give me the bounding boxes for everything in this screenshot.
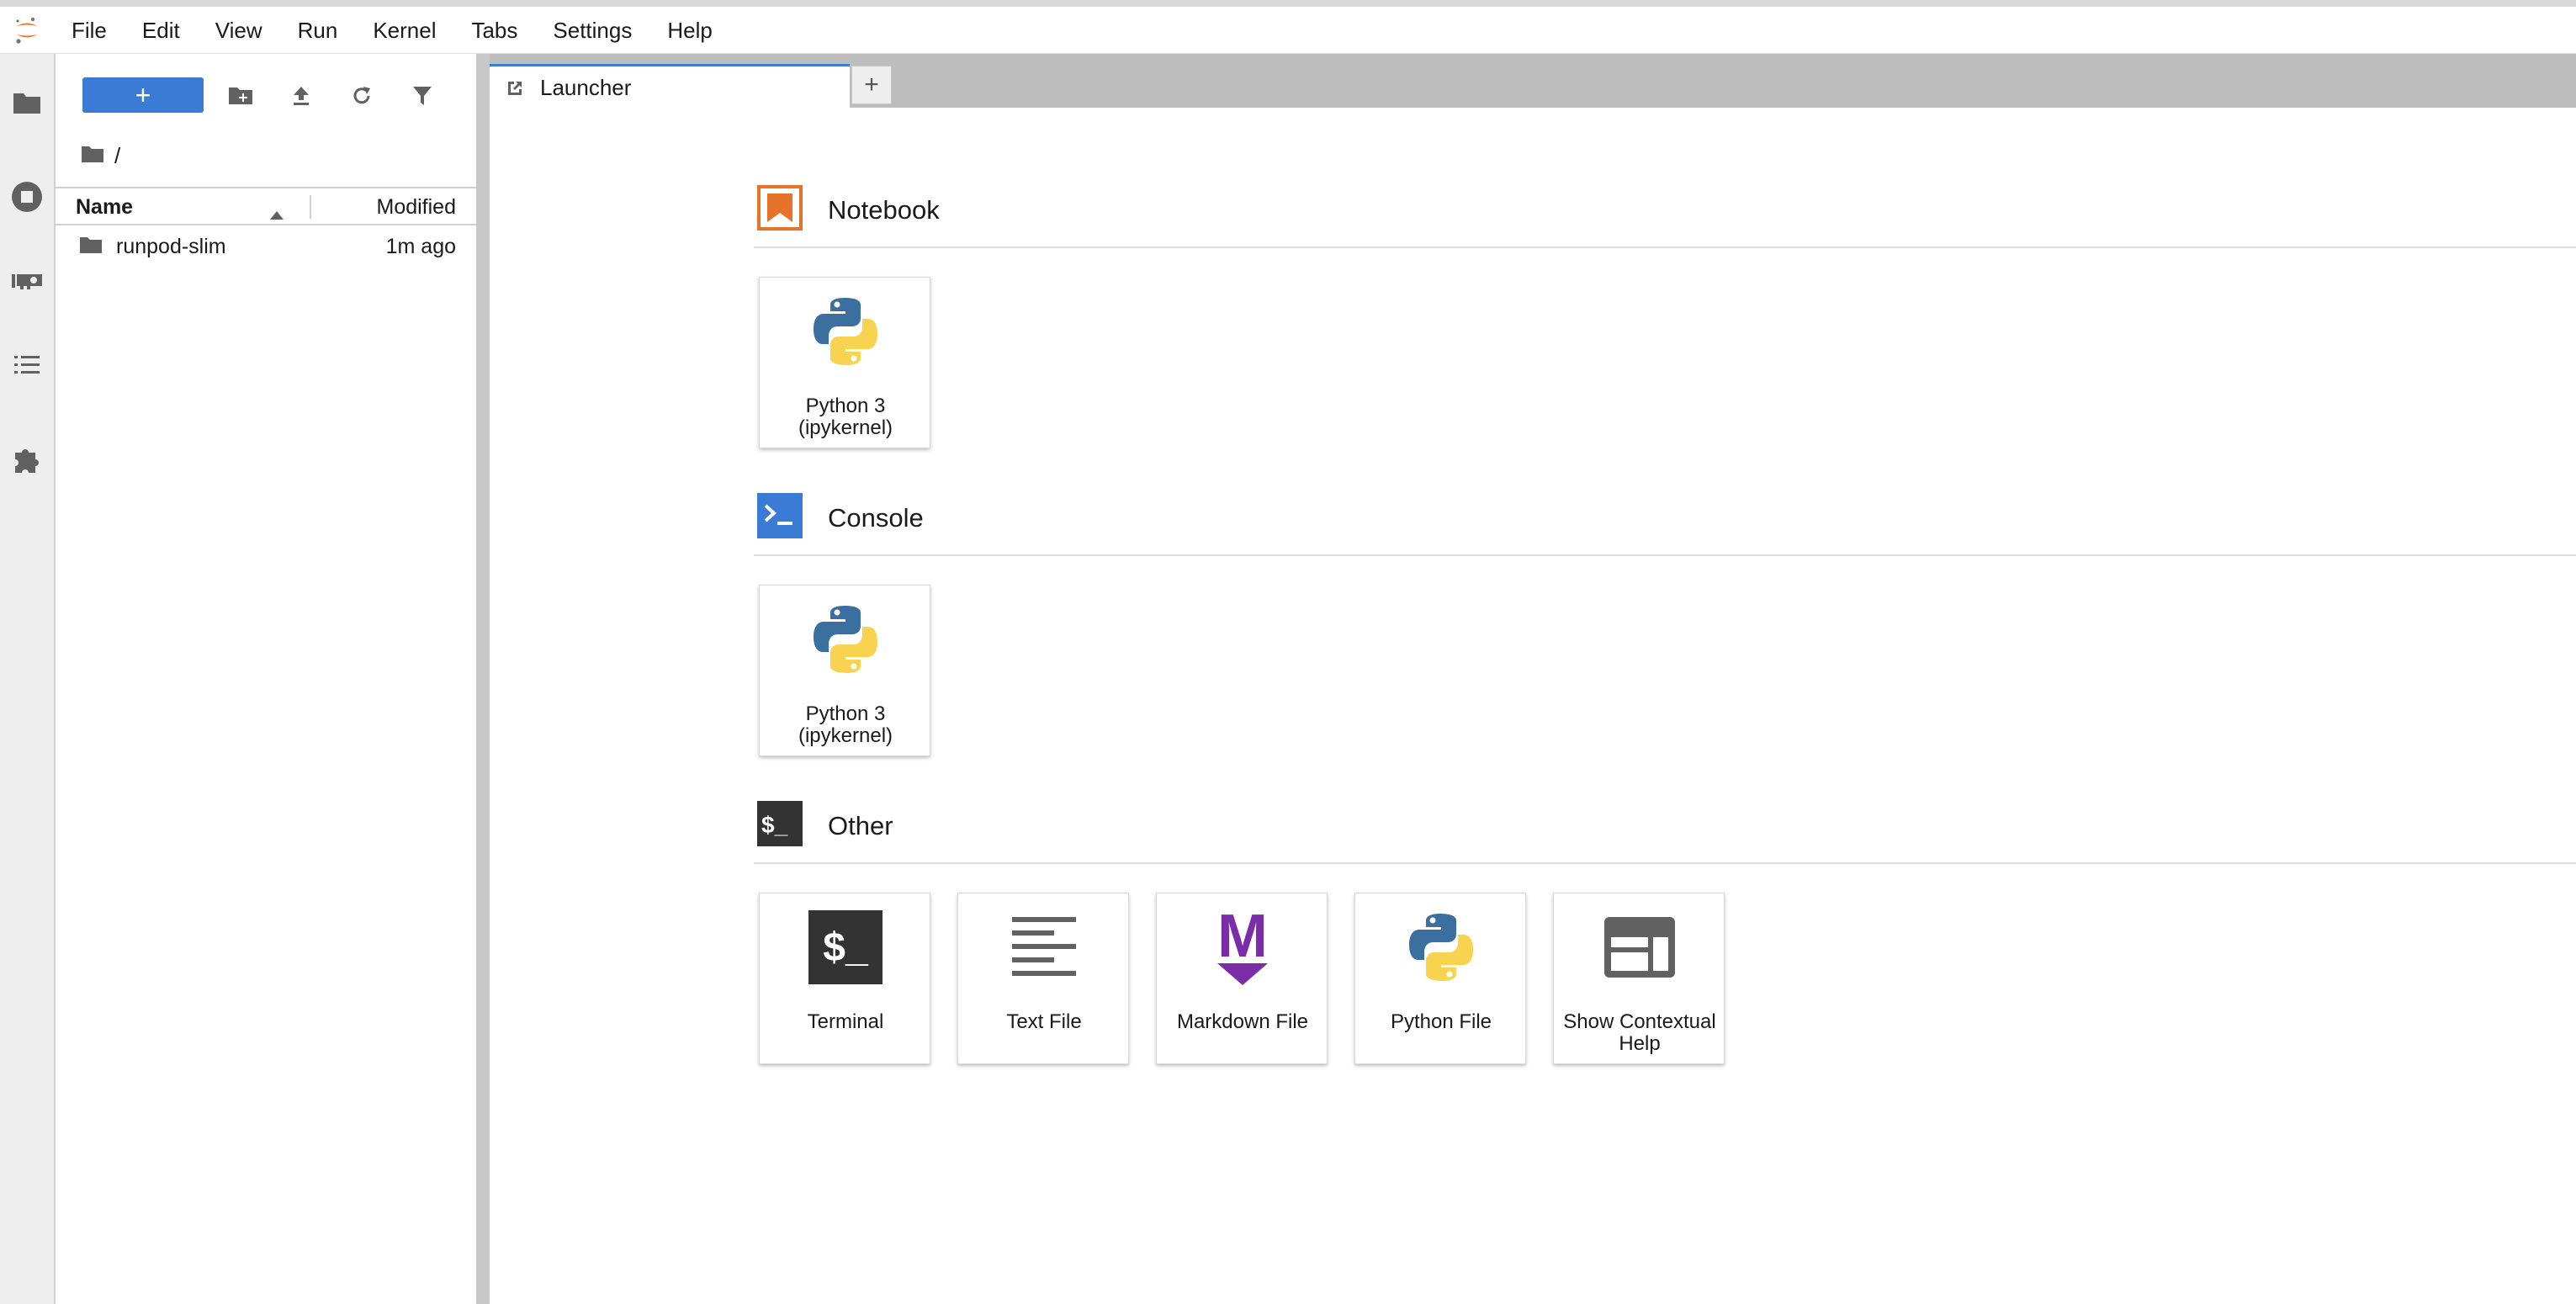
new-folder-icon[interactable] xyxy=(225,81,256,111)
menu-run[interactable]: Run xyxy=(280,7,356,54)
section-divider xyxy=(754,246,2576,248)
python-logo-icon xyxy=(1355,907,1527,988)
file-list-header: Name Modified xyxy=(56,187,476,225)
card-label: Terminal xyxy=(807,1010,884,1033)
markdown-icon: M xyxy=(1157,903,1328,988)
folder-icon[interactable] xyxy=(0,76,54,130)
table-of-contents-icon[interactable] xyxy=(0,338,54,392)
tab-bar: Launcher + xyxy=(490,54,2576,109)
section-title: Console xyxy=(828,502,924,533)
filter-icon[interactable] xyxy=(407,81,437,111)
breadcrumb-folder-icon[interactable] xyxy=(81,143,104,169)
sort-ascending-icon xyxy=(269,202,284,226)
file-browser-panel: + / Name Modified runpod-slim 1m ago xyxy=(56,54,476,1304)
breadcrumb: / xyxy=(81,135,120,177)
menu-help[interactable]: Help xyxy=(649,7,729,54)
main-area: Launcher + Notebook Python 3 (ipykernel)… xyxy=(490,54,2576,1304)
column-modified-header[interactable]: Modified xyxy=(377,188,457,225)
terminal-icon-text: $_ xyxy=(823,925,868,970)
card-label: Markdown File xyxy=(1176,1010,1309,1033)
tab-launcher[interactable]: Launcher xyxy=(490,64,850,109)
section-divider xyxy=(754,554,2576,556)
launch-icon xyxy=(503,77,527,100)
python-file-card[interactable]: Python File xyxy=(1354,893,1526,1064)
menu-kernel[interactable]: Kernel xyxy=(355,7,453,54)
menu-view[interactable]: View xyxy=(198,7,280,54)
file-name: runpod-slim xyxy=(116,235,226,258)
menu-edit[interactable]: Edit xyxy=(125,7,198,54)
section-other-header: $_ Other xyxy=(757,801,893,851)
tab-label: Launcher xyxy=(540,75,632,100)
contextual-help-icon xyxy=(1554,907,1725,988)
markdown-file-card[interactable]: M Markdown File xyxy=(1156,893,1328,1064)
section-notebook-header: Notebook xyxy=(757,185,940,235)
menu-tabs[interactable]: Tabs xyxy=(453,7,535,54)
column-name-header[interactable]: Name xyxy=(76,188,133,225)
section-console-header: Console xyxy=(757,493,924,543)
console-python3-card[interactable]: Python 3 (ipykernel) xyxy=(759,585,930,756)
column-divider[interactable] xyxy=(310,195,311,219)
extension-icon[interactable] xyxy=(0,432,54,486)
section-title: Notebook xyxy=(828,194,940,225)
add-tab-button[interactable]: + xyxy=(851,66,892,104)
section-title: Other xyxy=(828,810,893,840)
markdown-icon-text: M xyxy=(1217,903,1268,970)
menu-file[interactable]: File xyxy=(54,7,125,54)
file-list-item[interactable]: runpod-slim 1m ago xyxy=(56,227,476,266)
gpu-icon[interactable] xyxy=(0,254,54,308)
notebook-python3-card[interactable]: Python 3 (ipykernel) xyxy=(759,277,930,448)
menu-bar: File Edit View Run Kernel Tabs Settings … xyxy=(0,7,2576,54)
text-file-card[interactable]: Text File xyxy=(957,893,1129,1064)
menu-settings[interactable]: Settings xyxy=(535,7,649,54)
python-logo-icon xyxy=(760,599,931,680)
section-divider xyxy=(754,862,2576,864)
svg-text:$_: $_ xyxy=(761,812,788,838)
file-browser-toolbar: + xyxy=(56,54,476,135)
console-icon xyxy=(757,493,803,543)
terminal-icon: $_ xyxy=(760,907,931,988)
card-label: Python 3 (ipykernel) xyxy=(798,395,893,439)
jupyterlab-window: File Edit View Run Kernel Tabs Settings … xyxy=(0,0,2576,1304)
plus-label: + xyxy=(135,80,151,110)
card-label: Show Contextual Help xyxy=(1563,1010,1716,1055)
card-label: Python 3 (ipykernel) xyxy=(798,702,893,747)
card-label: Python File xyxy=(1390,1010,1492,1033)
card-label: Text File xyxy=(1006,1010,1082,1033)
notebook-icon xyxy=(757,185,803,235)
running-sessions-icon[interactable] xyxy=(0,170,54,224)
panel-splitter[interactable] xyxy=(476,54,490,1304)
python-logo-icon xyxy=(760,291,931,372)
activity-bar xyxy=(0,54,56,1304)
other-icon: $_ xyxy=(757,801,803,851)
jupyter-logo-icon xyxy=(0,7,54,54)
contextual-help-card[interactable]: Show Contextual Help xyxy=(1553,893,1725,1064)
upload-icon[interactable] xyxy=(286,81,316,111)
file-modified: 1m ago xyxy=(385,235,456,258)
terminal-card[interactable]: $_ Terminal xyxy=(759,893,930,1064)
breadcrumb-root[interactable]: / xyxy=(114,143,120,169)
folder-icon xyxy=(79,236,103,260)
text-file-icon xyxy=(958,907,1130,988)
refresh-icon[interactable] xyxy=(347,81,377,111)
new-launcher-button[interactable]: + xyxy=(82,77,204,113)
